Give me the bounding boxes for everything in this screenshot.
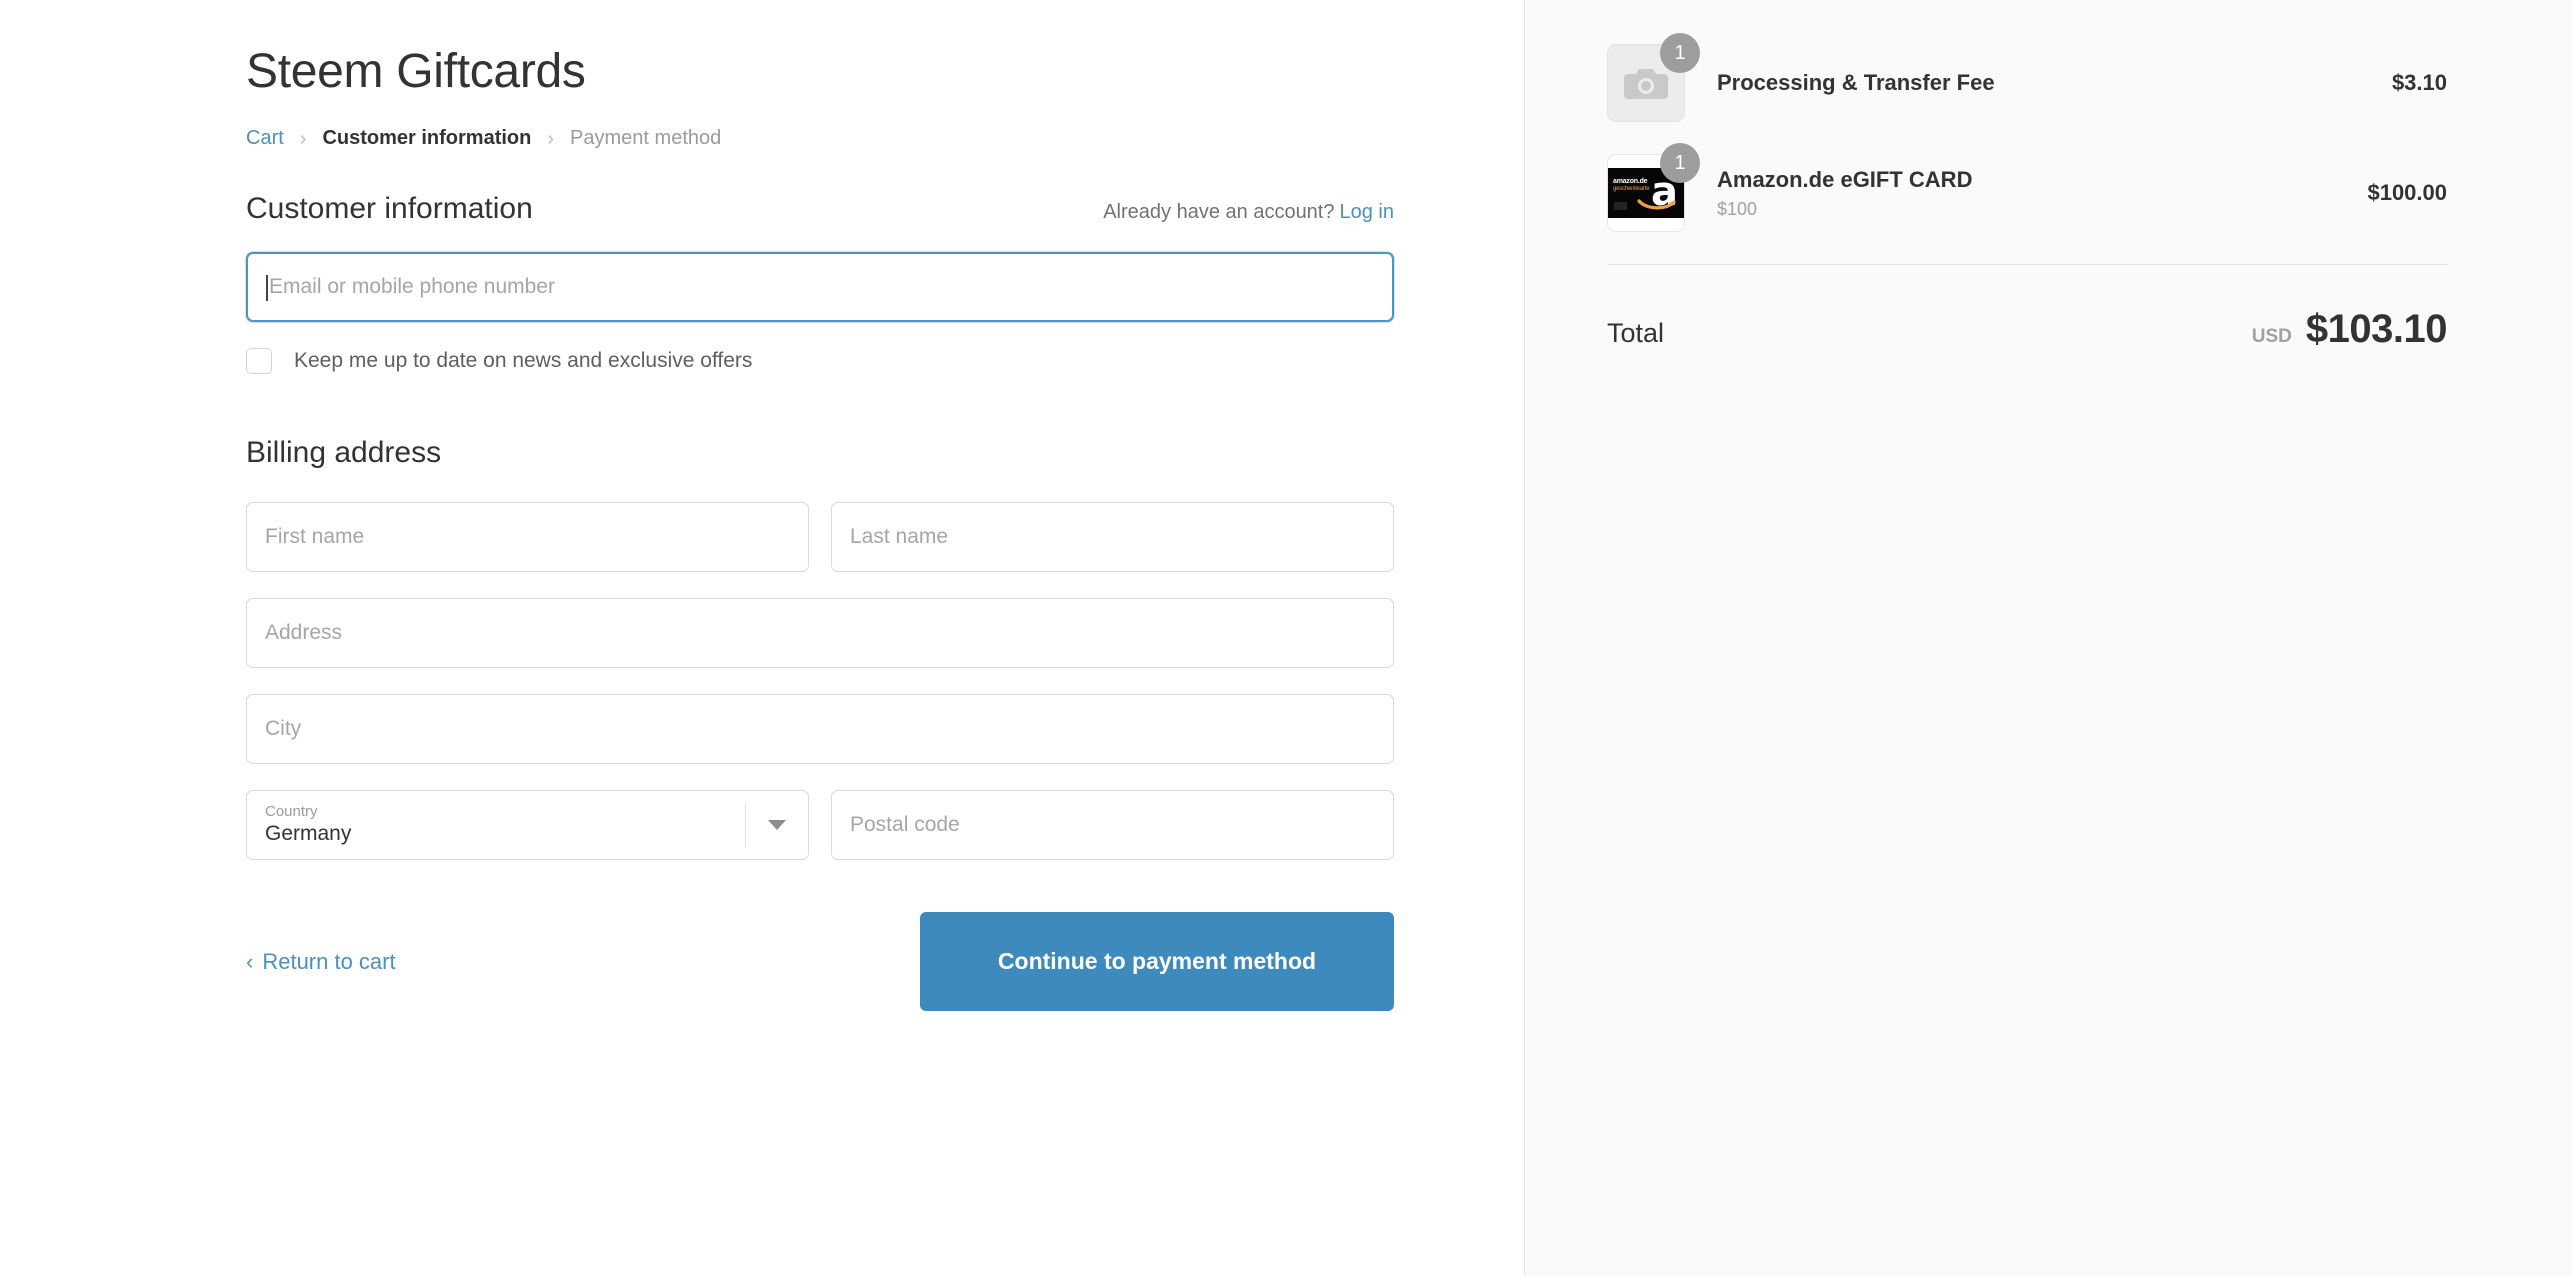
order-summary-sidebar: 1 Processing & Transfer Fee $3.10 amazon… [1524, 0, 2572, 1276]
line-item-info: Processing & Transfer Fee [1717, 69, 2392, 98]
city-input[interactable]: City [246, 694, 1394, 765]
breadcrumb-separator-icon: › [299, 127, 307, 150]
order-total-label: Total [1607, 318, 1665, 348]
checkout-page: Steem Giftcards Cart › Customer informat… [0, 0, 2572, 1276]
email-input-placeholder: Email or mobile phone number [269, 275, 555, 299]
country-select[interactable]: Country Germany [246, 790, 809, 861]
line-item-price: $100.00 [2367, 180, 2447, 205]
postal-code-input[interactable]: Postal code [831, 790, 1394, 861]
breadcrumb-separator-icon: › [547, 127, 555, 150]
page-title: Steem Giftcards [246, 45, 586, 98]
amazon-smile-arrow-icon [1637, 199, 1676, 210]
form-actions: ‹ Return to cart Continue to payment met… [246, 912, 1394, 1012]
return-to-cart-label: Return to cart [262, 948, 396, 974]
country-select-value: Germany [265, 822, 352, 846]
country-select-label: Country [265, 802, 318, 820]
country-postal-row: Country Germany Postal code [246, 790, 1394, 861]
billing-address-title: Billing address [246, 436, 442, 470]
email-input[interactable]: Email or mobile phone number [246, 252, 1394, 323]
checkout-main-column: Steem Giftcards Cart › Customer informat… [0, 0, 1524, 1276]
address-input[interactable]: Address [246, 598, 1394, 669]
checkout-form-container: Steem Giftcards Cart › Customer informat… [246, 44, 1394, 1012]
customer-information-title: Customer information [246, 192, 533, 226]
continue-to-payment-button[interactable]: Continue to payment method [920, 912, 1394, 1012]
camera-placeholder-icon [1624, 69, 1668, 99]
line-item-name: Processing & Transfer Fee [1717, 69, 1995, 95]
email-field-row: Email or mobile phone number [246, 252, 1394, 323]
line-item-thumbnail-wrapper: 1 [1607, 33, 1700, 122]
postal-code-placeholder: Postal code [850, 813, 960, 837]
order-total-currency: USD [2251, 326, 2292, 347]
city-field-row: City [246, 694, 1394, 765]
order-total-row: Total USD $103.10 [1607, 307, 2448, 352]
customer-information-header: Customer information Already have an acc… [246, 192, 1394, 226]
country-select-arrow-container[interactable] [745, 803, 808, 848]
address-placeholder: Address [265, 621, 343, 645]
order-total-amount: USD $103.10 [2251, 307, 2448, 352]
newsletter-checkbox[interactable] [246, 348, 272, 375]
account-prompt: Already have an account? Log in [1103, 201, 1394, 224]
chevron-left-icon: ‹ [246, 948, 254, 974]
line-item-name: Amazon.de eGIFT CARD [1717, 166, 1973, 192]
breadcrumb: Cart › Customer information › Payment me… [246, 127, 1394, 150]
city-placeholder: City [265, 717, 302, 741]
last-name-placeholder: Last name [850, 525, 949, 549]
line-item-price: $3.10 [2391, 70, 2447, 95]
address-field-row: Address [246, 598, 1394, 669]
giftcard-chip [1614, 202, 1627, 210]
text-caret [266, 275, 268, 302]
account-prompt-text: Already have an account? [1103, 201, 1335, 224]
country-select-text: Country Germany [265, 803, 745, 848]
amazon-brand-line1: amazon.de [1613, 178, 1648, 185]
breadcrumb-item-customer-information[interactable]: Customer information [322, 127, 531, 150]
line-item-variant: $100 [1717, 199, 1758, 220]
amazon-brand-line2: geschenkkarte [1613, 186, 1650, 192]
summary-divider [1607, 264, 2447, 265]
first-name-placeholder: First name [265, 525, 365, 549]
line-item: amazon.de geschenkkarte a 1 Amazon.de eG… [1607, 143, 2447, 232]
line-item-info: Amazon.de eGIFT CARD $100 [1717, 166, 2367, 221]
line-item: 1 Processing & Transfer Fee $3.10 [1607, 33, 2447, 122]
breadcrumb-item-payment-method: Payment method [570, 127, 722, 150]
quantity-badge: 1 [1660, 33, 1700, 73]
order-total-value: $103.10 [2305, 307, 2448, 351]
login-link[interactable]: Log in [1340, 201, 1395, 223]
chevron-down-icon [768, 820, 786, 831]
name-fields-row: First name Last name [246, 502, 1394, 573]
return-to-cart-link[interactable]: ‹ Return to cart [246, 949, 396, 975]
newsletter-checkbox-label: Keep me up to date on news and exclusive… [294, 349, 753, 373]
amazon-brand-text: amazon.de geschenkkarte [1613, 178, 1650, 192]
breadcrumb-item-cart[interactable]: Cart [246, 127, 284, 150]
quantity-badge: 1 [1660, 143, 1700, 183]
order-summary-container: 1 Processing & Transfer Fee $3.10 amazon… [1607, 33, 2448, 352]
amazon-smile-icon [1637, 198, 1677, 211]
last-name-input[interactable]: Last name [831, 502, 1394, 573]
line-item-thumbnail-wrapper: amazon.de geschenkkarte a 1 [1607, 143, 1700, 232]
first-name-input[interactable]: First name [246, 502, 809, 573]
newsletter-checkbox-row[interactable]: Keep me up to date on news and exclusive… [246, 348, 1394, 375]
